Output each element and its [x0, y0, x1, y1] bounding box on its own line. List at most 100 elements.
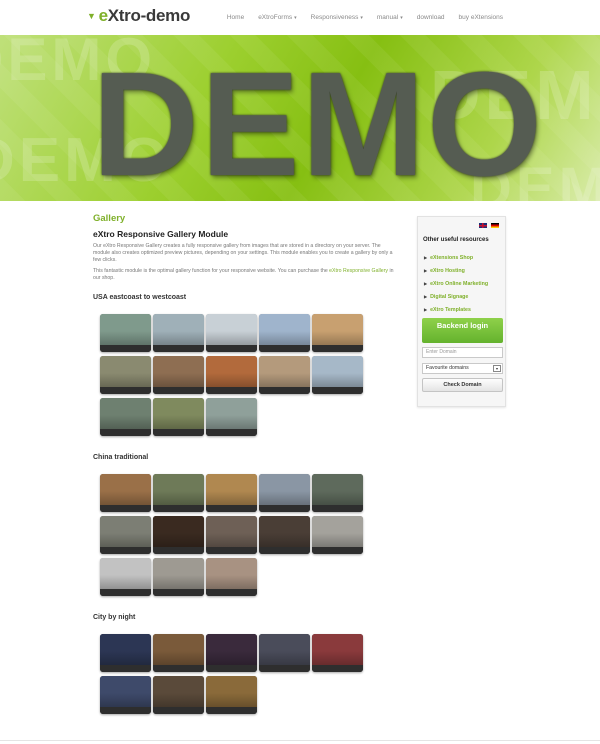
- gallery-thumbnail[interactable]: [206, 516, 257, 554]
- thumbnail-caption-bar: [100, 547, 151, 554]
- nav-item[interactable]: eXtroForms ▾: [258, 14, 296, 21]
- thumbnail-image: [153, 558, 204, 589]
- module-title: eXtro Responsive Gallery Module: [93, 229, 229, 239]
- thumbnail-image: [312, 314, 363, 345]
- gallery-thumbnail[interactable]: [259, 356, 310, 394]
- resource-link[interactable]: ▶ eXtensions Shop: [424, 251, 488, 264]
- resource-link[interactable]: ▶ eXtro Online Marketing: [424, 277, 488, 290]
- thumbnail-caption-bar: [100, 505, 151, 512]
- domain-select[interactable]: Favourite domains ▾: [422, 363, 503, 374]
- nav-item[interactable]: Home: [227, 14, 244, 21]
- gallery-thumbnail[interactable]: [206, 474, 257, 512]
- thumbnail-caption-bar: [259, 665, 310, 672]
- nav-item[interactable]: download: [417, 14, 445, 21]
- check-domain-button[interactable]: Check Domain: [422, 378, 503, 392]
- thumbnail-image: [100, 676, 151, 707]
- chevron-down-icon[interactable]: ▾: [493, 365, 501, 372]
- gallery-thumbnail[interactable]: [312, 474, 363, 512]
- thumbnail-caption-bar: [100, 345, 151, 352]
- gallery-thumbnail[interactable]: [100, 474, 151, 512]
- thumbnail-image: [312, 474, 363, 505]
- thumbnail-caption-bar: [312, 345, 363, 352]
- thumbnail-caption-bar: [153, 547, 204, 554]
- gallery-thumbnail[interactable]: [153, 634, 204, 672]
- thumbnail-image: [153, 398, 204, 429]
- gallery-thumbnail[interactable]: [100, 314, 151, 352]
- gallery-thumbnail[interactable]: [312, 516, 363, 554]
- gallery-thumbnail[interactable]: [259, 634, 310, 672]
- gallery-thumbnail[interactable]: [312, 634, 363, 672]
- thumbnail-image: [259, 314, 310, 345]
- gallery-thumbnail[interactable]: [153, 356, 204, 394]
- gallery-thumbnail[interactable]: [312, 314, 363, 352]
- thumbnail-caption-bar: [312, 665, 363, 672]
- gallery-thumbnail[interactable]: [153, 558, 204, 596]
- thumbnail-caption-bar: [153, 665, 204, 672]
- nav-item-label: eXtroForms: [258, 14, 293, 21]
- thumbnail-caption-bar: [259, 387, 310, 394]
- gallery-thumbnail[interactable]: [259, 516, 310, 554]
- nav-item[interactable]: Responsiveness ▾: [311, 14, 363, 21]
- thumbnail-caption-bar: [206, 547, 257, 554]
- purchase-paragraph: This fantastic module is the optimal gal…: [93, 268, 398, 282]
- resource-link[interactable]: ▶ eXtro Hosting: [424, 264, 488, 277]
- thumbnail-image: [206, 676, 257, 707]
- thumbnail-caption-bar: [259, 547, 310, 554]
- gallery-thumbnail[interactable]: [206, 356, 257, 394]
- thumbnail-image: [153, 474, 204, 505]
- hero-banner: DEMO DEMO DEMO DEMO DEMO: [0, 35, 600, 201]
- gallery-thumbnail[interactable]: [153, 676, 204, 714]
- backend-login-button[interactable]: Backend login: [422, 318, 503, 343]
- thumbnail-caption-bar: [153, 429, 204, 436]
- nav-item[interactable]: buy eXtensions: [459, 14, 503, 21]
- gallery-thumbnail[interactable]: [206, 398, 257, 436]
- thumbnail-image: [206, 398, 257, 429]
- gallery-thumbnail[interactable]: [100, 558, 151, 596]
- gallery-thumbnail[interactable]: [206, 314, 257, 352]
- gallery-thumbnail[interactable]: [100, 398, 151, 436]
- gallery-grid-usa: [100, 314, 364, 436]
- main-nav: Home eXtroForms ▾ Responsiveness ▾ manual ▾ dow…: [227, 14, 503, 21]
- gallery-thumbnail[interactable]: [100, 516, 151, 554]
- thumbnail-image: [312, 516, 363, 547]
- thumbnail-image: [153, 314, 204, 345]
- nav-item-label: manual: [376, 14, 399, 21]
- resource-link-label: eXtro Templates: [430, 306, 471, 313]
- thumbnail-image: [259, 356, 310, 387]
- thumbnail-caption-bar: [206, 707, 257, 714]
- gallery-thumbnail[interactable]: [153, 398, 204, 436]
- gallery-thumbnail[interactable]: [153, 516, 204, 554]
- nav-item-label: download: [416, 14, 445, 21]
- gallery-thumbnail[interactable]: [100, 676, 151, 714]
- gallery-thumbnail[interactable]: [100, 356, 151, 394]
- resource-link[interactable]: ▶ eXtro Templates: [424, 303, 488, 316]
- resource-link-label: eXtro Online Marketing: [430, 280, 489, 287]
- site-logo[interactable]: ▼ eXtro-demo: [87, 6, 190, 26]
- thumbnail-image: [153, 634, 204, 665]
- nav-item[interactable]: manual ▾: [377, 14, 403, 21]
- chevron-down-icon: ▾: [400, 15, 403, 21]
- main-content: Gallery eXtro Responsive Gallery Module …: [93, 213, 398, 286]
- thumbnail-image: [206, 634, 257, 665]
- resource-link[interactable]: ▶ Digital Signage: [424, 290, 488, 303]
- resources-list: ▶ eXtensions Shop ▶ eXtro Hosting ▶ eXtro Onl…: [424, 251, 488, 316]
- thumbnail-image: [153, 516, 204, 547]
- gallery-thumbnail[interactable]: [312, 356, 363, 394]
- gallery-thumbnail[interactable]: [206, 676, 257, 714]
- gallery-thumbnail[interactable]: [100, 634, 151, 672]
- gallery-thumbnail[interactable]: [206, 634, 257, 672]
- gallery-thumbnail[interactable]: [153, 314, 204, 352]
- gallery-thumbnail[interactable]: [259, 474, 310, 512]
- gallery-thumbnail[interactable]: [153, 474, 204, 512]
- domain-input[interactable]: Enter Domain: [422, 347, 503, 358]
- gallery-thumbnail[interactable]: [259, 314, 310, 352]
- thumbnail-caption-bar: [206, 345, 257, 352]
- thumbnail-image: [259, 634, 310, 665]
- thumbnail-caption-bar: [100, 665, 151, 672]
- de-flag-icon[interactable]: [491, 223, 499, 228]
- uk-flag-icon[interactable]: [479, 223, 487, 228]
- resource-link-label: eXtro Hosting: [430, 267, 465, 274]
- thumbnail-caption-bar: [100, 707, 151, 714]
- gallery-thumbnail[interactable]: [206, 558, 257, 596]
- gallery-link[interactable]: eXtro Responsive Gallery: [329, 268, 388, 274]
